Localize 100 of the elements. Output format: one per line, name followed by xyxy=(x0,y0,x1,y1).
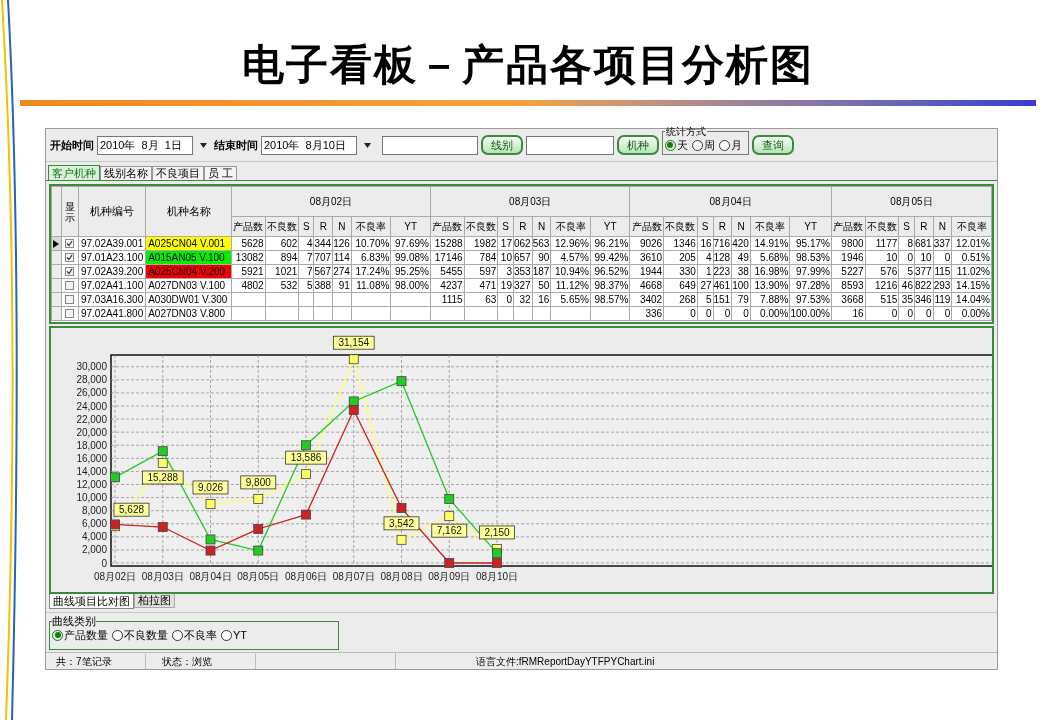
data-point xyxy=(301,440,311,451)
table-cell: 330 xyxy=(663,264,698,279)
table-cell: 5.68% xyxy=(750,250,790,265)
table-cell: 8 xyxy=(898,236,915,251)
radio-option[interactable]: 天 xyxy=(664,136,688,154)
model-input-field[interactable] xyxy=(525,135,614,155)
table-cell: 0 xyxy=(898,250,915,265)
dropdown-icon[interactable] xyxy=(199,142,207,148)
data-point xyxy=(253,545,264,556)
table-cell: 35 xyxy=(898,292,915,307)
dropdown-icon[interactable] xyxy=(363,142,371,148)
checkbox[interactable] xyxy=(65,309,75,318)
table-cell: 0 xyxy=(933,250,952,265)
data-point xyxy=(301,509,311,520)
table-cell: 327 xyxy=(513,278,533,293)
y-tick-label: 28,000 xyxy=(76,374,107,386)
tab[interactable]: 员 工 xyxy=(204,166,238,180)
table-cell: 377 xyxy=(914,264,934,279)
table-cell: 205 xyxy=(663,250,698,265)
table-cell: 1944 xyxy=(629,264,664,279)
row-header-cell[interactable] xyxy=(51,306,62,321)
x-tick-label: 08月10日 xyxy=(475,571,519,582)
data-label: 7,162 xyxy=(436,525,463,537)
table-cell: 1982 xyxy=(464,236,498,251)
table-cell: 0 xyxy=(933,306,952,321)
column-header: 08月05日 xyxy=(831,186,992,217)
table-cell: 346 xyxy=(914,292,934,307)
data-point xyxy=(110,472,120,483)
table-cell: 95.17% xyxy=(789,236,832,251)
table-cell: 344 xyxy=(313,236,333,251)
data-label: 13,586 xyxy=(290,452,322,464)
data-label: 3,542 xyxy=(388,517,415,529)
table-cell: 17 xyxy=(497,236,514,251)
tab[interactable]: 客户机种 xyxy=(48,165,100,180)
row-header-cell[interactable] xyxy=(51,264,62,279)
data-point xyxy=(205,499,216,509)
end-time-label: 结束时间 xyxy=(213,137,258,153)
checkbox[interactable] xyxy=(65,267,75,276)
radio-option[interactable]: 月 xyxy=(718,136,742,154)
row-header-cell[interactable] xyxy=(51,236,62,251)
line-button[interactable]: 线别 xyxy=(480,135,523,155)
y-tick-label: 8,000 xyxy=(81,505,107,517)
data-point xyxy=(396,503,407,513)
model-button[interactable]: 机种 xyxy=(616,135,659,155)
start-date-picker[interactable]: 2010年 8月 1日 xyxy=(97,135,193,155)
table-cell: 9800 xyxy=(831,236,866,251)
table-cell: 1 xyxy=(697,264,713,279)
data-point xyxy=(253,494,264,504)
table-cell: 8593 xyxy=(831,278,866,293)
table-cell: 97.02A39.001 xyxy=(78,236,146,251)
checkbox[interactable] xyxy=(65,239,75,248)
table-cell: 4 xyxy=(697,250,713,265)
table-cell: 5455 xyxy=(430,264,465,279)
radio-option[interactable]: 产品数量 xyxy=(52,627,108,644)
table-cell: 17146 xyxy=(430,250,465,265)
table-cell: 336 xyxy=(629,306,664,321)
row-header-cell[interactable] xyxy=(51,278,62,293)
query-button[interactable]: 查询 xyxy=(751,135,794,155)
table-cell: 3668 xyxy=(831,292,866,307)
y-tick-label: 6,000 xyxy=(81,518,107,530)
end-date-picker[interactable]: 2010年 8月10日 xyxy=(260,135,357,155)
table-cell: 10.94% xyxy=(550,264,591,279)
table-cell: 5628 xyxy=(231,236,266,251)
radio-option[interactable]: 周 xyxy=(691,136,715,154)
table-cell: 5921 xyxy=(231,264,266,279)
radio-option[interactable]: 不良率 xyxy=(172,627,217,644)
data-point xyxy=(157,522,168,532)
table-cell: 0 xyxy=(713,306,732,321)
table-cell: 1021 xyxy=(265,264,299,279)
table-cell: 97.99% xyxy=(789,264,832,279)
tab[interactable]: 柏拉图 xyxy=(134,594,175,608)
checkbox[interactable] xyxy=(65,281,75,290)
table-cell: 11.02% xyxy=(951,264,992,279)
tab[interactable]: 曲线项目比对图 xyxy=(49,594,134,609)
x-tick-label: 08月08日 xyxy=(380,571,423,582)
checkbox[interactable] xyxy=(65,295,75,304)
row-header-cell[interactable] xyxy=(51,250,62,265)
checkbox[interactable] xyxy=(65,253,75,262)
data-point xyxy=(348,354,359,365)
table-cell: 114 xyxy=(332,250,352,265)
radio-circle[interactable] xyxy=(664,139,676,151)
table-cell: 126 xyxy=(332,236,352,251)
table-cell: 97.28% xyxy=(789,278,832,293)
table-cell: 0.51% xyxy=(951,250,992,265)
table-cell: 14.04% xyxy=(951,292,992,307)
table-cell: 532 xyxy=(265,278,299,293)
column-header: 显示 xyxy=(64,200,75,223)
radio-circle[interactable] xyxy=(52,629,63,641)
table-cell: 97.02A41.800 xyxy=(78,306,146,321)
tab[interactable]: 线别名称 xyxy=(100,166,152,180)
radio-option[interactable]: 不良数量 xyxy=(112,627,168,644)
row-header-cell[interactable] xyxy=(51,292,62,307)
data-point xyxy=(396,534,407,545)
x-tick-label: 08月04日 xyxy=(189,571,232,582)
tab[interactable]: 不良项目 xyxy=(152,166,204,180)
y-tick-label: 22,000 xyxy=(76,413,107,425)
table-cell: 353 xyxy=(513,264,533,279)
y-tick-label: 16,000 xyxy=(76,452,107,464)
radio-option[interactable]: YT xyxy=(221,627,248,644)
line-input-field[interactable] xyxy=(381,135,478,155)
